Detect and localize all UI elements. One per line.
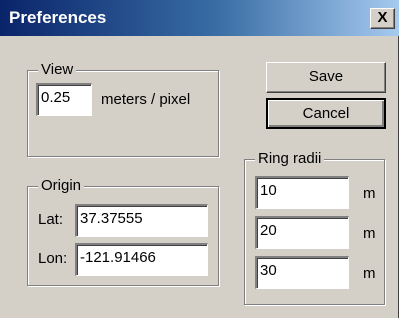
preferences-dialog: Preferences X View 0.25 meters / pixel S…: [0, 0, 399, 318]
ring-radius-1-input[interactable]: 10: [255, 176, 349, 209]
lat-label: Lat:: [38, 211, 64, 228]
ring-radii-group: Ring radii 10 m 20 m 30 m: [244, 150, 385, 305]
save-button[interactable]: Save: [266, 62, 386, 93]
lat-input[interactable]: 37.37555: [75, 204, 208, 237]
scale-input[interactable]: 0.25: [36, 83, 92, 116]
ring-radius-3-unit: m: [363, 265, 376, 282]
title-bar[interactable]: Preferences X: [0, 0, 399, 36]
ring-radius-3-input[interactable]: 30: [255, 256, 349, 289]
ring-radius-2-input[interactable]: 20: [255, 216, 349, 249]
origin-group: Origin Lat: 37.37555 Lon: -121.91466: [27, 177, 219, 286]
origin-group-label: Origin: [38, 177, 85, 195]
lon-input[interactable]: -121.91466: [75, 243, 208, 276]
close-button[interactable]: X: [370, 8, 395, 29]
ring-radii-group-label: Ring radii: [255, 150, 325, 168]
ring-radius-2-unit: m: [363, 225, 376, 242]
scale-unit-label: meters / pixel: [101, 91, 191, 108]
ring-radius-1-unit: m: [363, 185, 376, 202]
view-group: View 0.25 meters / pixel: [27, 61, 219, 157]
close-icon: X: [377, 9, 388, 26]
window-title: Preferences: [9, 8, 107, 27]
view-group-label: View: [38, 61, 77, 79]
lon-label: Lon:: [38, 250, 68, 267]
cancel-button[interactable]: Cancel: [266, 98, 386, 129]
